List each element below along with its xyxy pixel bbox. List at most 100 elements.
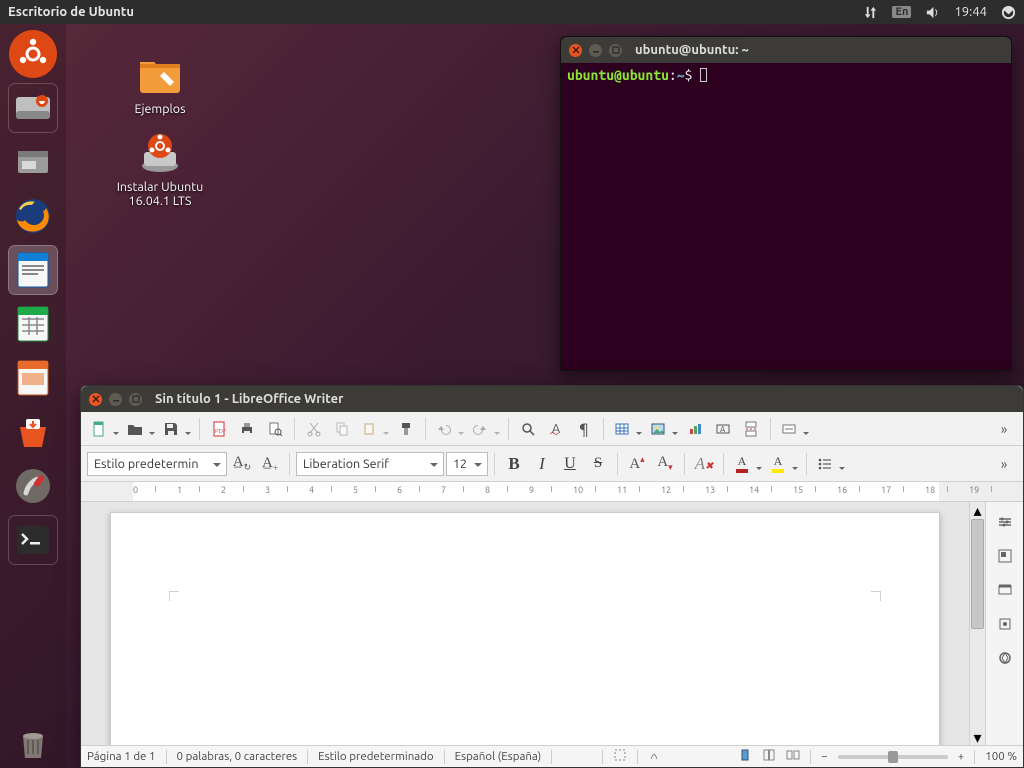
maximize-button[interactable] bbox=[609, 44, 622, 57]
writer-window[interactable]: Sin título 1 - LibreOffice Writer PDF A～… bbox=[80, 385, 1024, 768]
paragraph-style-combo[interactable]: Estilo predetermin bbox=[87, 452, 227, 476]
print-preview-button[interactable] bbox=[262, 416, 288, 442]
software-icon[interactable] bbox=[9, 408, 57, 456]
status-style[interactable]: Estilo predeterminado bbox=[318, 750, 433, 763]
zoom-slider[interactable] bbox=[838, 755, 948, 759]
dash-icon[interactable] bbox=[9, 30, 57, 78]
find-button[interactable] bbox=[515, 416, 541, 442]
firefox-icon[interactable] bbox=[9, 192, 57, 240]
minimize-button[interactable] bbox=[109, 393, 122, 406]
table-button[interactable] bbox=[610, 416, 644, 442]
cut-button[interactable] bbox=[301, 416, 327, 442]
session-indicator[interactable] bbox=[1001, 5, 1016, 20]
impress-icon[interactable] bbox=[9, 354, 57, 402]
sidebar-page-button[interactable] bbox=[991, 644, 1019, 672]
desktop-icon-label: Instalar Ubuntu 16.04.1 LTS bbox=[100, 180, 220, 208]
bullets-button[interactable] bbox=[813, 451, 847, 477]
scrollbar-thumb[interactable] bbox=[971, 519, 984, 629]
open-button[interactable] bbox=[123, 416, 157, 442]
new-style-button[interactable]: A̲+ bbox=[257, 451, 283, 477]
files-icon[interactable] bbox=[9, 138, 57, 186]
superscript-button[interactable]: A▴ bbox=[624, 451, 650, 477]
update-style-button[interactable]: A̲↻ bbox=[229, 451, 255, 477]
panel-title: Escritorio de Ubuntu bbox=[8, 5, 849, 19]
textbox-button[interactable]: A bbox=[710, 416, 736, 442]
ubiquity-icon[interactable] bbox=[9, 84, 57, 132]
keyboard-indicator[interactable]: En bbox=[892, 6, 911, 18]
sidebar-navigator-button[interactable] bbox=[991, 610, 1019, 638]
underline-button[interactable]: U bbox=[557, 451, 583, 477]
network-indicator[interactable] bbox=[863, 5, 878, 20]
terminal-titlebar[interactable]: ubuntu@ubuntu: ~ bbox=[561, 37, 1011, 63]
subscript-button[interactable]: A▾ bbox=[652, 451, 678, 477]
toolbar-overflow-button[interactable]: » bbox=[991, 416, 1017, 442]
italic-button[interactable]: I bbox=[529, 451, 555, 477]
terminal-body[interactable]: ubuntu@ubuntu:~$ bbox=[561, 63, 1011, 87]
sound-indicator[interactable] bbox=[925, 5, 940, 20]
zoom-level[interactable]: 100 % bbox=[985, 750, 1017, 763]
font-name-combo[interactable]: Liberation Serif bbox=[296, 452, 444, 476]
zoom-out-button[interactable]: − bbox=[821, 750, 828, 763]
close-button[interactable] bbox=[89, 393, 102, 406]
status-page[interactable]: Página 1 de 1 bbox=[87, 750, 156, 763]
status-wordcount[interactable]: 0 palabras, 0 caracteres bbox=[177, 750, 298, 763]
paste-button[interactable] bbox=[357, 416, 391, 442]
settings-icon[interactable] bbox=[9, 462, 57, 510]
chart-button[interactable] bbox=[682, 416, 708, 442]
highlight-button[interactable]: A bbox=[766, 451, 800, 477]
trash-icon[interactable] bbox=[9, 720, 57, 768]
undo-button[interactable] bbox=[432, 416, 466, 442]
status-selection-mode[interactable] bbox=[613, 748, 627, 765]
scroll-down-button[interactable]: ▾ bbox=[970, 729, 985, 745]
view-multi-page-button[interactable] bbox=[762, 748, 776, 765]
bold-button[interactable]: B bbox=[501, 451, 527, 477]
font-color-button[interactable]: A bbox=[730, 451, 764, 477]
font-size-combo[interactable]: 12 bbox=[446, 452, 488, 476]
writer-title: Sin título 1 - LibreOffice Writer bbox=[155, 392, 343, 406]
image-button[interactable] bbox=[646, 416, 680, 442]
zoom-in-button[interactable]: + bbox=[958, 750, 965, 763]
svg-text:A: A bbox=[720, 425, 726, 434]
clear-formatting-button[interactable]: A✖ bbox=[691, 451, 717, 477]
terminal-icon[interactable] bbox=[9, 516, 57, 564]
sidebar-properties-button[interactable] bbox=[991, 508, 1019, 536]
view-single-page-button[interactable] bbox=[738, 748, 752, 765]
redo-button[interactable] bbox=[468, 416, 502, 442]
close-button[interactable] bbox=[569, 44, 582, 57]
toolbar-overflow-button[interactable]: » bbox=[991, 451, 1017, 477]
writer-sidebar bbox=[985, 502, 1023, 745]
sidebar-styles-button[interactable] bbox=[991, 542, 1019, 570]
svg-text:PDF: PDF bbox=[215, 428, 226, 435]
vertical-scrollbar[interactable]: ▴ ▾ bbox=[969, 502, 985, 745]
writer-icon[interactable] bbox=[9, 246, 57, 294]
document-area: ▴ ▾ bbox=[81, 502, 1023, 745]
maximize-button[interactable] bbox=[129, 393, 142, 406]
spellcheck-button[interactable]: A～ bbox=[543, 416, 569, 442]
export-pdf-button[interactable]: PDF bbox=[206, 416, 232, 442]
clock[interactable]: 19:44 bbox=[954, 5, 987, 19]
desktop-icon-install[interactable]: Instalar Ubuntu 16.04.1 LTS bbox=[100, 128, 220, 208]
save-button[interactable] bbox=[159, 416, 193, 442]
horizontal-ruler[interactable]: 012345678910111213141516171819 bbox=[81, 482, 1023, 502]
print-button[interactable] bbox=[234, 416, 260, 442]
scroll-up-button[interactable]: ▴ bbox=[970, 502, 985, 518]
status-language[interactable]: Español (España) bbox=[455, 750, 542, 763]
page-break-button[interactable] bbox=[738, 416, 764, 442]
field-button[interactable] bbox=[777, 416, 811, 442]
desktop-icon-examples[interactable]: Ejemplos bbox=[100, 50, 220, 116]
copy-button[interactable] bbox=[329, 416, 355, 442]
writer-titlebar[interactable]: Sin título 1 - LibreOffice Writer bbox=[81, 386, 1023, 412]
clone-formatting-button[interactable] bbox=[393, 416, 419, 442]
new-button[interactable] bbox=[87, 416, 121, 442]
terminal-window[interactable]: ubuntu@ubuntu: ~ ubuntu@ubuntu:~$ bbox=[560, 36, 1012, 371]
document-page[interactable] bbox=[110, 512, 940, 745]
status-signature[interactable] bbox=[648, 748, 662, 765]
prompt-user: ubuntu@ubuntu bbox=[567, 67, 669, 83]
status-bar: Página 1 de 1 0 palabras, 0 caracteres E… bbox=[81, 745, 1023, 767]
formatting-marks-button[interactable]: ¶ bbox=[571, 416, 597, 442]
view-book-button[interactable] bbox=[786, 748, 800, 765]
minimize-button[interactable] bbox=[589, 44, 602, 57]
calc-icon[interactable] bbox=[9, 300, 57, 348]
strikethrough-button[interactable]: S bbox=[585, 451, 611, 477]
sidebar-gallery-button[interactable] bbox=[991, 576, 1019, 604]
